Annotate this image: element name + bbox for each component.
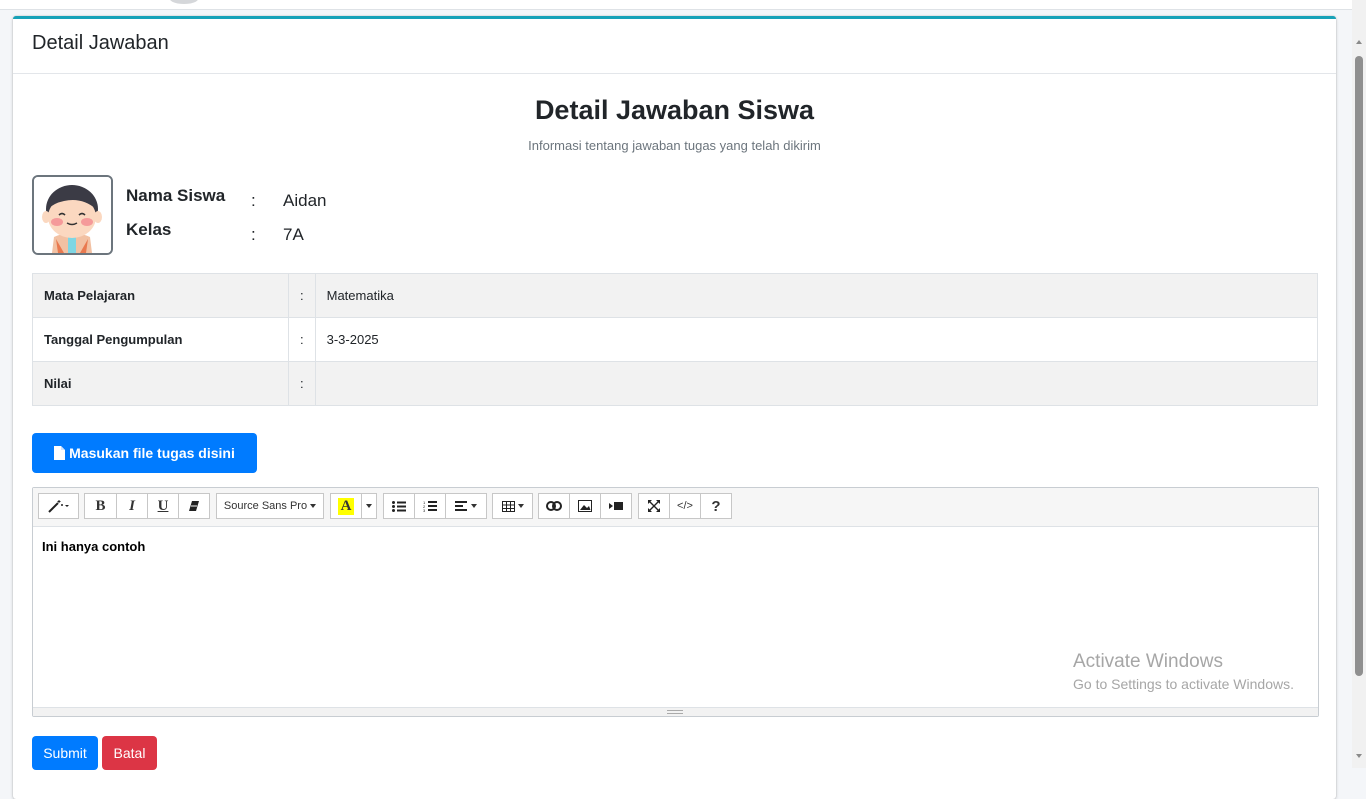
- editor-toolbar: B I U Source Sans Pro A 1 2 3 </> ?: [33, 488, 1318, 527]
- scroll-up-arrow-icon[interactable]: [1356, 40, 1362, 44]
- table-row: Tanggal Pengumpulan : 3-3-2025: [32, 317, 1319, 362]
- row-label: Nilai: [32, 361, 289, 406]
- row-separator: :: [288, 273, 316, 318]
- card-header: Detail Jawaban: [13, 19, 1336, 74]
- editor-content[interactable]: Ini hanya contoh: [42, 539, 145, 554]
- paragraph-align-dropdown[interactable]: [445, 493, 487, 519]
- magic-wand-icon: [47, 500, 69, 513]
- student-avatar: [32, 175, 113, 255]
- browser-top-strip: [0, 0, 1352, 10]
- detail-table: Mata Pelajaran : Matematika Tanggal Peng…: [32, 273, 1319, 406]
- upload-file-button[interactable]: Masukan file tugas disini: [32, 433, 257, 473]
- card-title: Detail Jawaban: [32, 32, 169, 54]
- help-button[interactable]: ?: [700, 493, 732, 519]
- page-title: Detail Jawaban Siswa: [534, 95, 815, 125]
- font-family-dropdown[interactable]: Source Sans Pro: [216, 493, 324, 519]
- submit-button[interactable]: Submit: [32, 736, 98, 770]
- scroll-down-arrow-icon[interactable]: [1356, 754, 1362, 758]
- eraser-icon: [189, 501, 199, 511]
- video-icon: [609, 502, 623, 510]
- bold-button[interactable]: B: [84, 493, 117, 519]
- student-class-value: 7A: [283, 225, 304, 244]
- insert-video-button[interactable]: [600, 493, 632, 519]
- link-icon: [546, 501, 562, 511]
- clear-format-button[interactable]: [178, 493, 210, 519]
- student-name-label: Nama Siswa: [126, 186, 226, 205]
- row-value: 3-3-2025: [314, 317, 1319, 362]
- insert-link-button[interactable]: [538, 493, 570, 519]
- fullscreen-button[interactable]: [638, 493, 670, 519]
- resize-grip-icon[interactable]: [667, 710, 683, 714]
- insert-image-button[interactable]: [569, 493, 601, 519]
- row-separator: :: [288, 317, 316, 362]
- caret-down-icon: [310, 504, 317, 508]
- activation-watermark-subtitle: Go to Settings to activate Windows.: [1073, 676, 1294, 692]
- row-separator: :: [288, 361, 316, 406]
- align-left-icon: [455, 501, 467, 511]
- upload-file-label: Masukan file tugas disini: [69, 445, 235, 461]
- page-scrollbar[interactable]: [1352, 0, 1366, 768]
- font-family-value: Source Sans Pro: [223, 500, 308, 512]
- svg-text:3: 3: [423, 508, 426, 512]
- text-color-icon: A: [337, 497, 355, 515]
- table-row: Nilai :: [32, 361, 1319, 406]
- student-name-separator: :: [251, 191, 256, 210]
- table-dropdown[interactable]: [492, 493, 533, 519]
- row-label: Tanggal Pengumpulan: [32, 317, 289, 362]
- editor-resize-bar[interactable]: [33, 707, 1318, 716]
- numbered-list-icon: 1 2 3: [423, 500, 437, 512]
- page-subtitle: Informasi tentang jawaban tugas yang tel…: [528, 138, 821, 153]
- file-icon: [54, 446, 66, 460]
- expand-icon: [648, 500, 660, 512]
- row-label: Mata Pelajaran: [32, 273, 289, 318]
- cancel-button[interactable]: Batal: [102, 736, 157, 770]
- scroll-thumb[interactable]: [1355, 56, 1363, 676]
- italic-button[interactable]: I: [116, 493, 148, 519]
- table-icon: [501, 500, 515, 512]
- student-class-separator: :: [251, 225, 256, 244]
- student-avatar-icon: [34, 177, 111, 253]
- caret-down-icon: [517, 504, 524, 508]
- bullet-list-icon: [392, 500, 406, 512]
- table-row: Mata Pelajaran : Matematika: [32, 273, 1319, 318]
- text-color-dropdown[interactable]: [361, 493, 377, 519]
- student-class-label: Kelas: [126, 220, 172, 239]
- row-value: [314, 361, 1319, 406]
- underline-button[interactable]: U: [147, 493, 179, 519]
- caret-down-icon: [366, 504, 372, 508]
- student-name-value: Aidan: [283, 191, 327, 210]
- tab-edge: [170, 0, 198, 4]
- picture-icon: [578, 500, 592, 512]
- activation-watermark-title: Activate Windows: [1073, 651, 1223, 672]
- style-dropdown-button[interactable]: [38, 493, 79, 519]
- row-value: Matematika: [314, 273, 1319, 318]
- caret-down-icon: [471, 504, 477, 508]
- text-color-button[interactable]: A: [330, 493, 362, 519]
- unordered-list-button[interactable]: [383, 493, 415, 519]
- ordered-list-button[interactable]: 1 2 3: [414, 493, 446, 519]
- code-view-button[interactable]: </>: [669, 493, 701, 519]
